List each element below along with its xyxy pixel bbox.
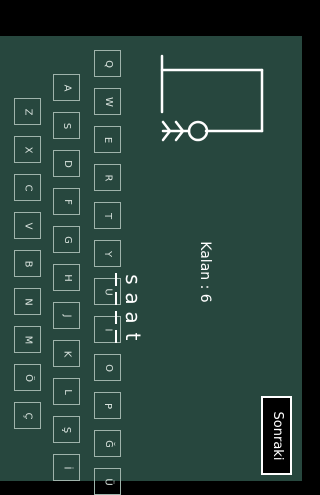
key-label: Ç [22, 412, 34, 419]
word-display: saat [80, 273, 180, 343]
key-ü[interactable]: Ü [94, 468, 121, 495]
hangman-head [187, 120, 209, 142]
key-label: I [102, 328, 114, 331]
key-label: V [22, 222, 34, 229]
key-label: J [61, 314, 73, 317]
key-label: Ö [22, 373, 34, 382]
key-label: H [61, 273, 73, 282]
key-label: B [22, 260, 34, 267]
key-o[interactable]: O [94, 354, 121, 381]
key-label: L [61, 388, 73, 395]
key-label: S [61, 122, 73, 129]
key-g[interactable]: G [53, 226, 80, 253]
key-m[interactable]: M [14, 326, 41, 353]
hangman-leg-right [161, 129, 172, 142]
key-n[interactable]: N [14, 288, 41, 315]
key-ç[interactable]: Ç [14, 402, 41, 429]
key-label: R [102, 174, 114, 181]
key-z[interactable]: Z [14, 98, 41, 125]
key-a[interactable]: A [53, 74, 80, 101]
word-letter: s [115, 273, 145, 286]
key-label: Ü [102, 477, 114, 486]
key-label: F [61, 198, 73, 205]
key-h[interactable]: H [53, 264, 80, 291]
word-letter: t [115, 330, 145, 343]
key-ğ[interactable]: Ğ [94, 430, 121, 457]
hangman-drawing [160, 54, 264, 142]
hangman-arm-left [174, 120, 185, 133]
hangman-arm-right [174, 129, 185, 142]
key-f[interactable]: F [53, 188, 80, 215]
hangman-leg-left [161, 120, 172, 133]
key-w[interactable]: W [94, 88, 121, 115]
key-label: A [61, 84, 73, 91]
key-label: Q [102, 59, 114, 68]
key-label: T [102, 212, 114, 219]
key-p[interactable]: P [94, 392, 121, 419]
word-letter: a [115, 311, 145, 324]
key-k[interactable]: K [53, 340, 80, 367]
key-label: Y [102, 250, 114, 257]
key-v[interactable]: V [14, 212, 41, 239]
key-ö[interactable]: Ö [14, 364, 41, 391]
key-j[interactable]: J [53, 302, 80, 329]
key-t[interactable]: T [94, 202, 121, 229]
key-label: D [61, 159, 73, 168]
key-label: X [22, 146, 34, 153]
key-label: M [22, 335, 34, 344]
key-label: Z [22, 108, 34, 115]
key-label: Ğ [102, 439, 114, 448]
key-d[interactable]: D [53, 150, 80, 177]
key-e[interactable]: E [94, 126, 121, 153]
remaining-guesses: Kalan : 6 [197, 241, 213, 303]
key-ş[interactable]: Ş [53, 416, 80, 443]
next-button[interactable]: Sonraki [261, 396, 292, 475]
key-label: İ [61, 466, 73, 469]
word-letter: a [115, 292, 145, 305]
key-label: W [102, 96, 114, 107]
key-label: G [61, 235, 73, 244]
key-label: N [22, 297, 34, 306]
key-s[interactable]: S [53, 112, 80, 139]
next-button-label: Sonraki [269, 411, 285, 460]
status-bar [0, 0, 302, 36]
key-l[interactable]: L [53, 378, 80, 405]
key-x[interactable]: X [14, 136, 41, 163]
key-label: P [102, 402, 114, 409]
key-r[interactable]: R [94, 164, 121, 191]
key-label: K [61, 350, 73, 357]
key-label: O [102, 363, 114, 372]
key-label: E [102, 136, 114, 143]
key-q[interactable]: Q [94, 50, 121, 77]
key-b[interactable]: B [14, 250, 41, 277]
key-label: C [22, 184, 34, 191]
key-c[interactable]: C [14, 174, 41, 201]
key-label: Ş [61, 426, 73, 433]
key-i̇[interactable]: İ [53, 454, 80, 481]
chalkboard: QWERTYUIOPĞÜASDFGHJKLŞİZXCVBNMÖÇ saat [0, 36, 302, 495]
